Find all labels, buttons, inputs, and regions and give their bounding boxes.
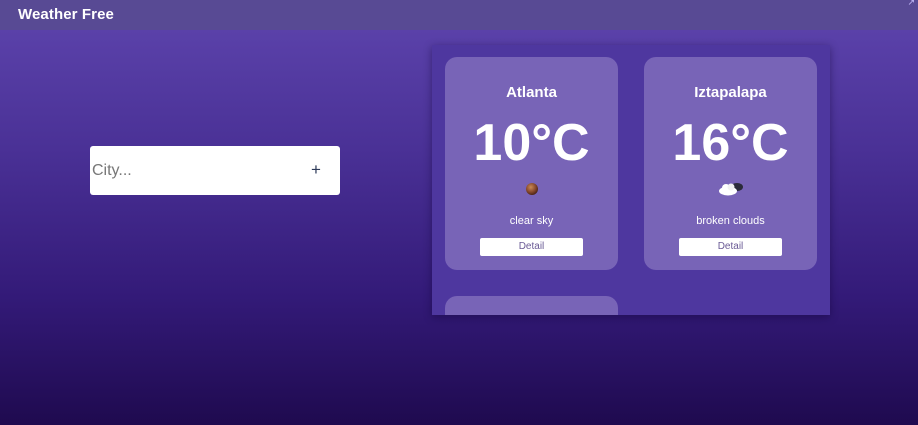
- weather-card-partial: [445, 296, 618, 315]
- weather-description: clear sky: [509, 215, 554, 227]
- clear-sky-icon: [525, 183, 538, 195]
- city-name: Atlanta: [506, 84, 557, 101]
- temperature: 10°C: [473, 114, 590, 172]
- broken-clouds-icon: [718, 183, 743, 196]
- add-city-button[interactable]: +: [304, 158, 328, 182]
- search-box: +: [90, 146, 340, 195]
- temperature: 16°C: [672, 114, 789, 172]
- app-header: Weather Free ↗: [0, 0, 918, 30]
- weather-card: Atlanta 10°C clear sky Detail: [445, 57, 618, 270]
- city-search-input[interactable]: [92, 146, 292, 195]
- app-title: Weather Free: [18, 6, 114, 23]
- weather-description: broken clouds: [696, 215, 765, 227]
- detail-button[interactable]: Detail: [679, 238, 782, 256]
- weather-card: Iztapalapa 16°C broken clouds Detail: [644, 57, 817, 270]
- weather-cards-panel[interactable]: Atlanta 10°C clear sky Detail Iztapalapa…: [432, 45, 830, 315]
- detail-button[interactable]: Detail: [480, 238, 583, 256]
- expand-icon[interactable]: ↗: [907, 0, 915, 8]
- city-name: Iztapalapa: [694, 84, 767, 101]
